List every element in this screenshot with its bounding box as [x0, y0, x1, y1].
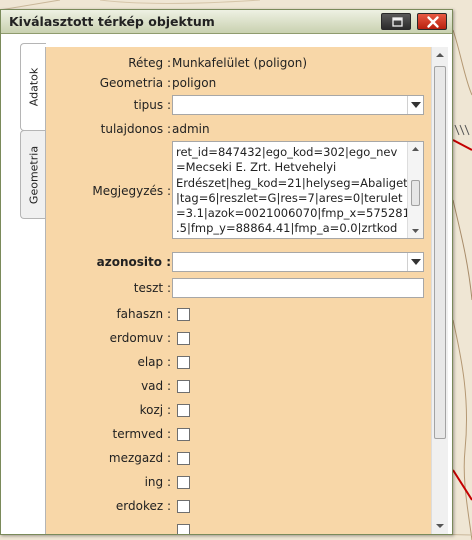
panel-scroll-up-button[interactable] [432, 47, 448, 64]
field-row-teszt: teszt : [46, 277, 431, 299]
dialog-title: Kiválasztott térkép objektum [9, 14, 215, 29]
chevron-up-icon [412, 147, 419, 151]
checkbox-row-kozj: kozj : [46, 403, 431, 421]
partial-checkbox[interactable] [177, 524, 190, 534]
azonosito-select[interactable] [172, 252, 424, 272]
termved-checkbox[interactable] [177, 428, 190, 441]
megjegyzes-label: Megjegyzés : [92, 184, 171, 198]
checkbox-row-partial [46, 523, 431, 534]
checkbox-row-elap: elap : [46, 355, 431, 373]
fahaszn-label: fahaszn : [116, 307, 171, 321]
erdomuv-checkbox[interactable] [177, 332, 190, 345]
kozj-label: kozj : [139, 403, 171, 417]
reteg-label: Réteg : [128, 56, 171, 70]
vad-label: vad : [141, 379, 171, 393]
checkbox-row-termved: termved : [46, 427, 431, 445]
scroll-up-button[interactable] [408, 142, 423, 157]
erdokez-checkbox[interactable] [177, 500, 190, 513]
tulajdonos-label: tulajdonos : [100, 122, 171, 136]
tab-geometria[interactable]: Geometria [20, 130, 46, 219]
fahaszn-checkbox[interactable] [177, 308, 190, 321]
tulajdonos-value: admin [172, 122, 210, 136]
chevron-down-icon [411, 102, 421, 108]
azonosito-label: azonosito : [96, 255, 171, 269]
tab-adatok[interactable]: Adatok [20, 43, 46, 131]
tipus-label: tipus : [133, 98, 171, 112]
tipus-dropdown-button[interactable] [407, 96, 423, 114]
field-row-megjegyzes: Megjegyzés : ret_id=847432|ego_kod=302|e… [46, 141, 431, 241]
teszt-label: teszt : [133, 281, 171, 295]
panel-scroll-thumb[interactable] [434, 66, 446, 439]
attributes-panel: Réteg : Munkafelület (poligon) Geometria… [45, 47, 431, 534]
close-button[interactable] [417, 13, 447, 30]
chevron-down-icon [411, 259, 421, 265]
erdomuv-label: erdomuv : [109, 331, 171, 345]
checkbox-row-ing: ing : [46, 475, 431, 493]
megjegyzes-scrollbar[interactable] [407, 142, 423, 238]
chevron-down-icon [412, 229, 419, 233]
geometria-label: Geometria : [99, 76, 171, 90]
termved-label: termved : [112, 427, 171, 441]
chevron-down-icon [436, 524, 444, 528]
scroll-down-button[interactable] [408, 223, 423, 238]
tab-geometria-label: Geometria [27, 145, 40, 204]
checkbox-row-mezgazd: mezgazd : [46, 451, 431, 469]
checkbox-row-erdokez: erdokez : [46, 499, 431, 517]
vad-checkbox[interactable] [177, 380, 190, 393]
chevron-up-icon [436, 53, 444, 57]
megjegyzes-textarea[interactable]: ret_id=847432|ego_kod=302|ego_nev =Mecse… [172, 141, 424, 239]
field-row-tipus: tipus : [46, 95, 431, 117]
window-minimize-icon [392, 17, 403, 27]
tab-adatok-label: Adatok [27, 67, 40, 107]
close-icon [427, 16, 439, 28]
ing-label: ing : [144, 475, 171, 489]
scroll-thumb[interactable] [411, 180, 420, 206]
elap-checkbox[interactable] [177, 356, 190, 369]
checkbox-row-erdomuv: erdomuv : [46, 331, 431, 349]
mezgazd-label: mezgazd : [108, 451, 171, 465]
geometria-value: poligon [172, 76, 217, 90]
minimize-button[interactable] [381, 13, 411, 30]
megjegyzes-value: ret_id=847432|ego_kod=302|ego_nev =Mecse… [176, 145, 410, 236]
kozj-checkbox[interactable] [177, 404, 190, 417]
field-row-azonosito: azonosito : [46, 252, 431, 274]
azonosito-dropdown-button[interactable] [407, 253, 423, 271]
selected-map-object-dialog: Kiválasztott térkép objektum Adatok Geom… [0, 9, 453, 535]
tipus-select[interactable] [172, 95, 424, 115]
elap-label: elap : [137, 355, 171, 369]
reteg-value: Munkafelület (poligon) [172, 56, 307, 70]
panel-scrollbar[interactable] [431, 47, 448, 534]
dialog-titlebar[interactable]: Kiválasztott térkép objektum [1, 10, 452, 34]
checkbox-row-vad: vad : [46, 379, 431, 397]
teszt-input[interactable] [172, 278, 424, 298]
erdokez-label: erdokez : [115, 499, 171, 513]
checkbox-row-fahaszn: fahaszn : [46, 307, 431, 325]
ing-checkbox[interactable] [177, 476, 190, 489]
panel-scroll-down-button[interactable] [432, 517, 448, 534]
mezgazd-checkbox[interactable] [177, 452, 190, 465]
